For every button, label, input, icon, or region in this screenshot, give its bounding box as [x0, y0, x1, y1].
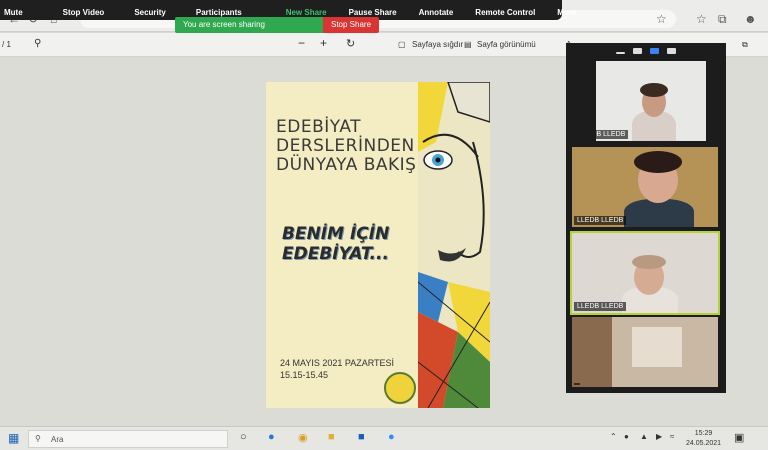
participant-tile-active-speaker[interactable]: LLEDB LLEDB [570, 231, 720, 315]
rotate-icon[interactable]: ↻ [346, 37, 355, 50]
participant-tile[interactable] [572, 317, 718, 387]
participant-video [634, 151, 682, 173]
participant-video [632, 327, 682, 367]
search-placeholder: Ara [51, 435, 64, 444]
remote-control-button[interactable]: Remote Control [475, 8, 535, 17]
poster-title: EDEBİYAT DERSLERİNDEN DÜNYAYA BAKIŞ [276, 118, 426, 175]
search-icon[interactable]: ⚲ [34, 38, 41, 49]
speaker-view-icon[interactable] [633, 48, 642, 54]
share-icon[interactable]: ⧉ [742, 40, 748, 50]
microphone-icon[interactable]: ● [624, 432, 629, 441]
poster-date: 24 MAYIS 2021 PAZARTESİ [280, 358, 395, 368]
participant-name: LLEDB LLEDB [574, 302, 627, 311]
participant-video [624, 199, 694, 227]
star-icon[interactable]: ☆ [656, 12, 667, 26]
system-clock[interactable]: 15:29 24.05.2021 [686, 429, 721, 449]
gallery-view-icon[interactable] [667, 48, 676, 54]
poster-headline-line: EDEBİYAT... [282, 244, 389, 264]
minimize-icon[interactable] [616, 52, 625, 54]
zoom-app-icon[interactable]: ● [388, 431, 395, 443]
windows-start-icon[interactable]: ▦ [8, 431, 19, 445]
volume-icon[interactable]: ▶ [656, 432, 662, 441]
participant-name: LLEDB LLEDB [574, 216, 627, 225]
poster-face-illustration [418, 82, 490, 408]
fit-page-button[interactable]: Sayfaya sığdır [412, 40, 463, 49]
outlook-icon[interactable]: ■ [358, 431, 365, 443]
favorites-icon[interactable]: ☆ [696, 12, 707, 26]
notifications-icon[interactable]: ▣ [734, 431, 744, 444]
stop-video-button[interactable]: Stop Video [63, 8, 105, 17]
participant-tile[interactable]: LLEDB LLEDB [596, 61, 706, 141]
poster-title-line: DÜNYAYA BAKIŞ [276, 155, 417, 175]
poster-title-line: DERSLERİNDEN [276, 136, 415, 156]
school-logo-icon [384, 372, 416, 404]
screen-sharing-indicator: You are screen sharing Stop Share [175, 17, 380, 33]
tray-chevron-icon[interactable]: ⌃ [610, 432, 617, 441]
participant-name: LLEDB LLEDB [596, 130, 629, 139]
participant-tile[interactable]: LLEDB LLEDB [572, 147, 718, 227]
participant-name [574, 383, 580, 385]
page-view-icon[interactable]: ▤ [464, 40, 472, 49]
participant-video [632, 255, 666, 269]
poster-headline-line: BENİM İÇİN [282, 224, 390, 244]
taskbar-search-box[interactable]: ⚲ Ara [28, 430, 228, 448]
chrome-icon[interactable]: ◉ [298, 431, 308, 444]
page-view-button[interactable]: Sayfa görünümü [477, 40, 536, 49]
more-button[interactable]: More [557, 8, 576, 17]
search-icon: ⚲ [35, 434, 41, 443]
participant-video [572, 317, 612, 387]
sharing-message: You are screen sharing [175, 17, 323, 33]
mute-button[interactable]: Mute [4, 8, 23, 17]
new-share-button[interactable]: New Share [286, 8, 327, 17]
annotate-button[interactable]: Annotate [419, 8, 454, 17]
clock-date: 24.05.2021 [686, 440, 722, 447]
zoom-out-icon[interactable]: − [298, 36, 305, 50]
poster-headline: BENİM İÇİN EDEBİYAT... [282, 224, 412, 264]
video-panel-header [566, 43, 726, 59]
strip-view-icon[interactable] [650, 48, 659, 54]
participants-button[interactable]: Participants [196, 8, 242, 17]
file-explorer-icon[interactable]: ■ [328, 431, 335, 443]
wifi-icon[interactable]: ≈ [670, 432, 674, 441]
stop-share-button[interactable]: Stop Share [323, 17, 380, 33]
profile-icon[interactable]: ☻ [744, 12, 757, 26]
zoom-video-panel: LLEDB LLEDB LLEDB LLEDB LLEDB LLEDB [566, 43, 726, 393]
edge-icon[interactable]: ● [268, 431, 275, 443]
zoom-in-icon[interactable]: + [320, 36, 327, 50]
pause-share-button[interactable]: Pause Share [349, 8, 397, 17]
clock-time: 15:29 [694, 430, 713, 437]
participant-video [640, 83, 668, 97]
network-icon[interactable]: ▲ [640, 432, 648, 441]
page-indicator[interactable]: / 1 [2, 40, 11, 49]
security-button[interactable]: Security [134, 8, 166, 17]
task-view-icon[interactable]: ○ [240, 431, 247, 443]
collections-icon[interactable]: ⧉ [718, 12, 727, 27]
poster-page: EDEBİYAT DERSLERİNDEN DÜNYAYA BAKIŞ BENİ… [266, 82, 490, 408]
fit-page-icon[interactable]: ▢ [398, 40, 406, 49]
windows-taskbar: ▦ ⚲ Ara ○ ● ◉ ■ ■ ● ⌃ ● ▲ ▶ ≈ 15:29 24.0… [0, 426, 768, 450]
poster-title-line: EDEBİYAT [276, 117, 362, 137]
poster-time: 15.15-15.45 [280, 370, 329, 380]
